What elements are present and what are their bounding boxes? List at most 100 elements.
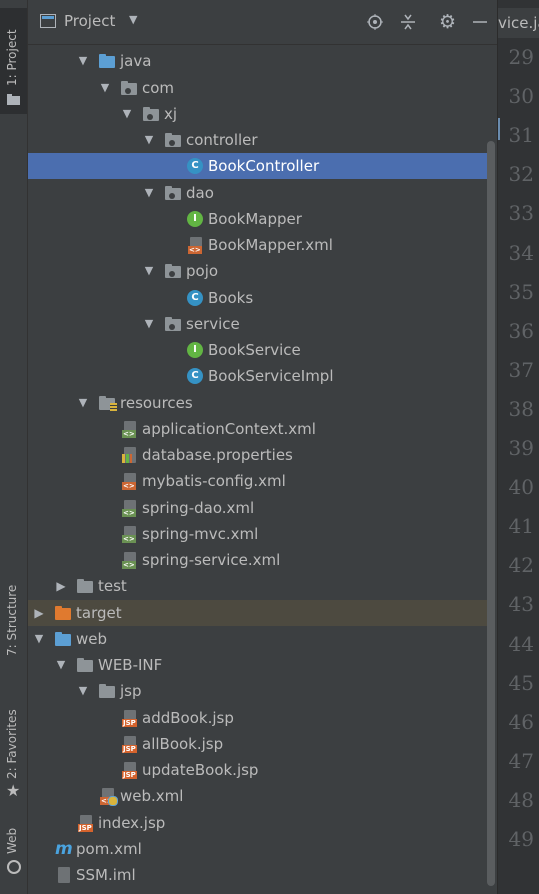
tree-row-label: BookMapper bbox=[208, 209, 302, 228]
tree-row-label: addBook.jsp bbox=[142, 708, 234, 727]
iml-icon bbox=[55, 867, 71, 883]
tree-row-label: Books bbox=[208, 288, 254, 307]
tree-row[interactable]: <> spring-service.xml bbox=[28, 547, 488, 573]
tree-row[interactable]: JSP addBook.jsp bbox=[28, 705, 488, 731]
line-number: 41 bbox=[508, 514, 534, 539]
tree-row-label: controller bbox=[186, 131, 258, 149]
tree-row-label: jsp bbox=[120, 682, 142, 701]
project-tool-button[interactable]: 1: Project bbox=[0, 8, 27, 114]
tree-row[interactable]: C BookServiceImpl bbox=[28, 363, 488, 389]
structure-tool-button[interactable]: 7: Structure bbox=[0, 578, 27, 660]
tree-row[interactable]: ▼ dao bbox=[28, 180, 488, 206]
tree-row[interactable]: JSP index.jsp bbox=[28, 810, 488, 836]
tree-row[interactable]: ▼ web bbox=[28, 626, 488, 652]
line-number: 29 bbox=[508, 45, 534, 69]
tree-row[interactable]: <> spring-dao.xml bbox=[28, 495, 488, 521]
tree-row-label: com bbox=[142, 78, 175, 97]
chevron-down-icon[interactable]: ▼ bbox=[129, 13, 137, 26]
web-tool-label: Web bbox=[5, 827, 19, 854]
hide-icon[interactable] bbox=[472, 19, 488, 25]
line-number: 35 bbox=[508, 279, 534, 304]
tree-row[interactable]: ▼ java bbox=[28, 48, 488, 74]
line-number: 44 bbox=[508, 631, 534, 656]
project-view-selector[interactable]: Project bbox=[64, 12, 115, 30]
tree-row[interactable]: ▼ controller bbox=[28, 127, 488, 153]
tree-row-label: web bbox=[76, 629, 108, 648]
tree-row-label: xj bbox=[164, 104, 178, 123]
package-icon bbox=[165, 316, 181, 332]
tree-row[interactable]: database.properties bbox=[28, 442, 488, 468]
tree-row[interactable]: <> applicationContext.xml bbox=[28, 416, 488, 442]
tree-row[interactable]: <> mybatis-config.xml bbox=[28, 468, 488, 494]
jsp-icon: JSP bbox=[77, 814, 93, 832]
tree-row[interactable]: ▼ resources bbox=[28, 390, 488, 416]
locate-icon[interactable] bbox=[367, 14, 383, 30]
tree-row[interactable]: I BookMapper bbox=[28, 206, 488, 232]
line-number: 31 bbox=[508, 123, 534, 148]
interface-icon: I bbox=[187, 342, 203, 358]
line-number: 33 bbox=[508, 201, 534, 226]
package-icon bbox=[165, 185, 181, 201]
tree-row[interactable]: JSP allBook.jsp bbox=[28, 731, 488, 757]
collapse-icon[interactable] bbox=[400, 14, 416, 30]
class-icon: C bbox=[187, 158, 203, 175]
expanded-arrow-icon[interactable]: ▼ bbox=[33, 626, 45, 652]
gear-icon[interactable]: ⚙ bbox=[439, 11, 456, 33]
spring-xml-icon: <> bbox=[121, 499, 137, 517]
tree-row[interactable]: SSM.iml bbox=[28, 862, 488, 888]
tree-row-label: BookMapper.xml bbox=[208, 236, 333, 254]
expanded-arrow-icon[interactable]: ▼ bbox=[77, 48, 89, 74]
line-number: 47 bbox=[508, 748, 534, 773]
expanded-arrow-icon[interactable]: ▼ bbox=[77, 390, 89, 416]
tree-row[interactable]: ▼ jsp bbox=[28, 678, 488, 704]
tree-row-label: dao bbox=[186, 183, 214, 202]
jsp-icon: JSP bbox=[121, 709, 137, 727]
tree-row-label: spring-service.xml bbox=[142, 551, 281, 569]
line-number: 45 bbox=[508, 670, 534, 695]
project-tree[interactable]: ▼main▼java▼com▼xj▼controllerCBookControl… bbox=[28, 34, 497, 894]
jsp-icon: JSP bbox=[121, 762, 137, 779]
tree-row[interactable]: ▼ pojo bbox=[28, 258, 488, 284]
tree-row-label: resources bbox=[120, 393, 193, 412]
favorites-tool-button[interactable]: 2: Favorites ★ bbox=[0, 705, 27, 803]
tree-row[interactable]: C Books bbox=[28, 285, 488, 311]
tree-row[interactable]: ▶ target bbox=[28, 599, 488, 626]
expanded-arrow-icon[interactable]: ▼ bbox=[143, 127, 155, 153]
expanded-arrow-icon[interactable]: ▼ bbox=[99, 75, 111, 101]
tree-row[interactable]: ▼ WEB-INF bbox=[28, 652, 488, 678]
tree-row-label: WEB-INF bbox=[98, 656, 163, 674]
tree-row[interactable]: ▼ com bbox=[28, 75, 488, 101]
tree-row[interactable]: I BookService bbox=[28, 337, 488, 363]
tree-row-label: database.properties bbox=[142, 446, 293, 464]
tree-row[interactable]: m pom.xml bbox=[28, 836, 488, 862]
tree-row[interactable]: C BookController bbox=[28, 153, 488, 180]
spring-xml-icon: <> bbox=[121, 420, 137, 438]
tree-row[interactable]: <> spring-mvc.xml bbox=[28, 521, 488, 547]
expanded-arrow-icon[interactable]: ▼ bbox=[143, 258, 155, 284]
expanded-arrow-icon[interactable]: ▼ bbox=[55, 652, 67, 678]
line-number: 38 bbox=[508, 396, 534, 421]
tree-row-label: BookController bbox=[208, 157, 320, 176]
collapsed-arrow-icon[interactable]: ▶ bbox=[55, 573, 67, 599]
expanded-arrow-icon[interactable]: ▼ bbox=[121, 101, 133, 127]
tree-row[interactable]: ▶ test bbox=[28, 573, 488, 599]
project-tool-label: 1: Project bbox=[5, 29, 19, 86]
tree-row[interactable]: JSP updateBook.jsp bbox=[28, 757, 488, 783]
line-number: 30 bbox=[508, 84, 534, 109]
collapsed-arrow-icon[interactable]: ▶ bbox=[33, 600, 45, 626]
line-number: 39 bbox=[508, 436, 534, 460]
line-number: 37 bbox=[508, 357, 534, 382]
expanded-arrow-icon[interactable]: ▼ bbox=[143, 311, 155, 337]
resources-icon bbox=[99, 395, 117, 411]
xml-icon: <> bbox=[121, 473, 137, 491]
interface-icon: I bbox=[187, 210, 203, 227]
web-tool-button[interactable]: Web bbox=[0, 822, 27, 878]
editor-tab[interactable]: vice.ja bbox=[498, 8, 539, 38]
tree-row[interactable]: <> BookMapper.xml bbox=[28, 232, 488, 258]
tree-row[interactable]: ▼ service bbox=[28, 311, 488, 337]
tree-row[interactable]: <> web.xml bbox=[28, 783, 488, 809]
line-number: 32 bbox=[508, 162, 534, 187]
expanded-arrow-icon[interactable]: ▼ bbox=[77, 678, 89, 704]
expanded-arrow-icon[interactable]: ▼ bbox=[143, 180, 155, 206]
tree-row[interactable]: ▼ xj bbox=[28, 101, 488, 127]
